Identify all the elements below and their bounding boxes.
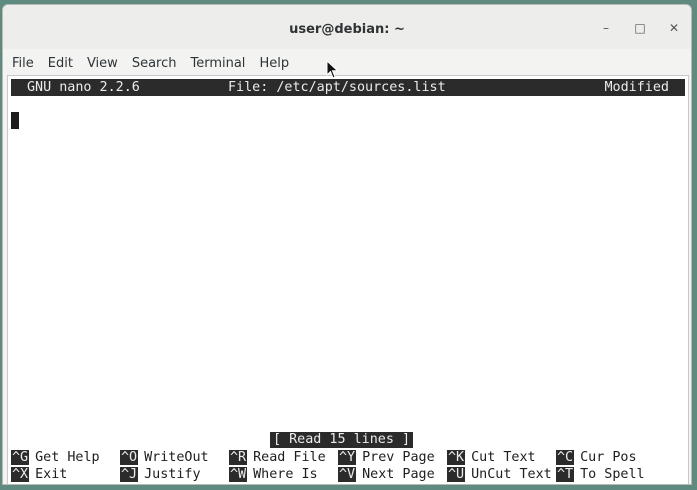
shortcut-read-file: ^R Read File [229, 449, 326, 466]
nano-filename: File: /etc/apt/sources.list [228, 80, 446, 95]
shortcut-label: WriteOut [144, 450, 209, 465]
shortcut-label: UnCut Text [471, 467, 552, 482]
shortcut-prev-page: ^Y Prev Page [338, 449, 435, 466]
shortcut-justify: ^J Justify [120, 466, 201, 483]
shortcut-to-spell: ^T To Spell [556, 466, 645, 483]
terminal-area[interactable]: GNU nano 2.2.6 File: /etc/apt/sources.li… [7, 75, 691, 484]
shortcut-exit: ^X Exit [11, 466, 67, 483]
shortcut-key: ^K [447, 450, 466, 465]
shortcut-key: ^T [556, 467, 575, 482]
nano-header-bar: GNU nano 2.2.6 File: /etc/apt/sources.li… [11, 79, 685, 96]
nano-version: GNU nano 2.2.6 [27, 80, 140, 95]
nano-modified-state: Modified [604, 80, 670, 95]
shortcut-label: Justify [144, 467, 201, 482]
shortcut-label: Where Is [253, 467, 318, 482]
shortcut-label: Exit [35, 467, 68, 482]
shortcut-label: To Spell [580, 467, 645, 482]
menu-file[interactable]: File [3, 56, 41, 71]
shortcut-where-is: ^W Where Is [229, 466, 318, 483]
nano-status-message: [ Read 15 lines ] [270, 432, 414, 448]
shortcut-key: ^O [120, 450, 139, 465]
shortcut-key: ^G [11, 450, 30, 465]
shortcut-key: ^C [556, 450, 575, 465]
shortcut-label: Cur Pos [580, 450, 637, 465]
shortcut-get-help: ^G Get Help [11, 449, 100, 466]
shortcut-cut-text: ^K Cut Text [447, 449, 536, 466]
shortcut-next-page: ^V Next Page [338, 466, 435, 483]
shortcut-label: Cut Text [471, 450, 536, 465]
shortcut-key: ^R [229, 450, 248, 465]
menu-edit[interactable]: Edit [41, 56, 80, 71]
shortcut-label: Prev Page [362, 450, 435, 465]
terminal-window: user@debian: ~ – □ ✕ File Edit View Sear… [2, 4, 692, 485]
shortcut-key: ^V [338, 467, 357, 482]
window-title: user@debian: ~ [289, 22, 405, 37]
shortcut-uncut-text: ^U UnCut Text [447, 466, 552, 483]
shortcut-label: Next Page [362, 467, 435, 482]
shortcut-cur-pos: ^C Cur Pos [556, 449, 637, 466]
shortcut-row-1: ^G Get Help ^O WriteOut ^R Read File ^Y Prev… [11, 449, 691, 466]
shortcut-key: ^W [229, 467, 248, 482]
menu-terminal[interactable]: Terminal [183, 56, 252, 71]
maximize-icon[interactable]: □ [630, 19, 650, 37]
shortcut-key: ^Y [338, 450, 357, 465]
menu-view[interactable]: View [80, 56, 125, 71]
shortcut-label: Get Help [35, 450, 100, 465]
shortcut-writeout: ^O WriteOut [120, 449, 209, 466]
shortcut-key: ^U [447, 467, 466, 482]
minimize-icon[interactable]: – [596, 19, 616, 37]
menu-help[interactable]: Help [252, 56, 296, 71]
mouse-pointer-icon [326, 60, 339, 79]
title-bar[interactable]: user@debian: ~ – □ ✕ [3, 5, 691, 49]
text-cursor [11, 112, 19, 129]
shortcut-key: ^X [11, 467, 30, 482]
close-icon[interactable]: ✕ [664, 19, 684, 37]
shortcut-label: Read File [253, 450, 326, 465]
menu-search[interactable]: Search [125, 56, 184, 71]
nano-shortcut-bar: ^G Get Help ^O WriteOut ^R Read File ^Y Prev… [11, 449, 691, 483]
menu-bar: File Edit View Search Terminal Help [3, 51, 691, 75]
shortcut-row-2: ^X Exit ^J Justify ^W Where Is ^V Next Page … [11, 466, 691, 483]
shortcut-key: ^J [120, 467, 139, 482]
